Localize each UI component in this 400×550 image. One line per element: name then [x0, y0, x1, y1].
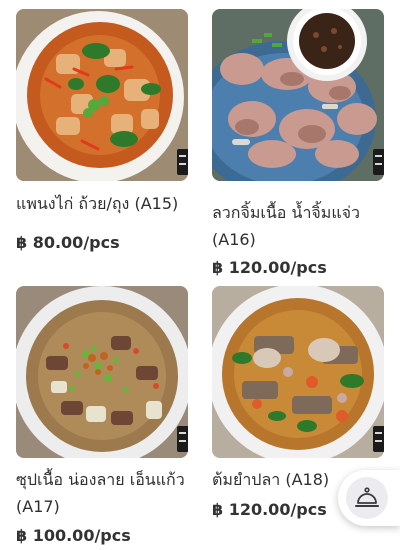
menu-item-name: ลวกจิ้มเนื้อ น้ำจิ้มแจ่ว (A16): [212, 203, 361, 249]
menu-item-price: ฿ 80.00/pcs: [16, 233, 120, 252]
dish-photo[interactable]: [16, 9, 188, 181]
dish-image: [16, 9, 188, 181]
call-staff-icon-circle[interactable]: [346, 477, 388, 519]
menu-item-price: ฿ 120.00/pcs: [212, 258, 327, 277]
menu-item-name: ซุปเนื้อ น่องลาย เอ็นแก้ว (A17): [16, 470, 185, 516]
dish-image: [212, 9, 384, 181]
menu-item-price: ฿ 120.00/pcs: [212, 500, 327, 519]
brand-logo-badge: [177, 426, 188, 452]
call-staff-button[interactable]: [338, 470, 400, 526]
menu-item-card[interactable]: ซุปเนื้อ น่องลาย เอ็นแก้ว (A17) ฿ 100.00…: [16, 286, 188, 548]
menu-item-card[interactable]: แพนงไก่ ถ้วย/ถุง (A15) ฿ 80.00/pcs: [16, 9, 188, 252]
brand-logo-badge: [373, 426, 384, 452]
dish-photo[interactable]: [212, 286, 384, 458]
brand-logo-badge: [177, 149, 188, 175]
dish-photo[interactable]: [16, 286, 188, 458]
menu-grid: แพนงไก่ ถ้วย/ถุง (A15) ฿ 80.00/pcs ลวกจิ…: [0, 0, 400, 550]
menu-item-price: ฿ 100.00/pcs: [16, 526, 131, 545]
brand-logo-badge: [373, 149, 384, 175]
dish-photo[interactable]: [212, 9, 384, 181]
dish-image: [212, 286, 384, 458]
dish-image: [16, 286, 188, 458]
menu-item-name: แพนงไก่ ถ้วย/ถุง (A15): [16, 194, 179, 213]
bell-service-icon: [355, 487, 379, 507]
menu-item-card[interactable]: ลวกจิ้มเนื้อ น้ำจิ้มแจ่ว (A16) ฿ 120.00/…: [212, 9, 384, 277]
